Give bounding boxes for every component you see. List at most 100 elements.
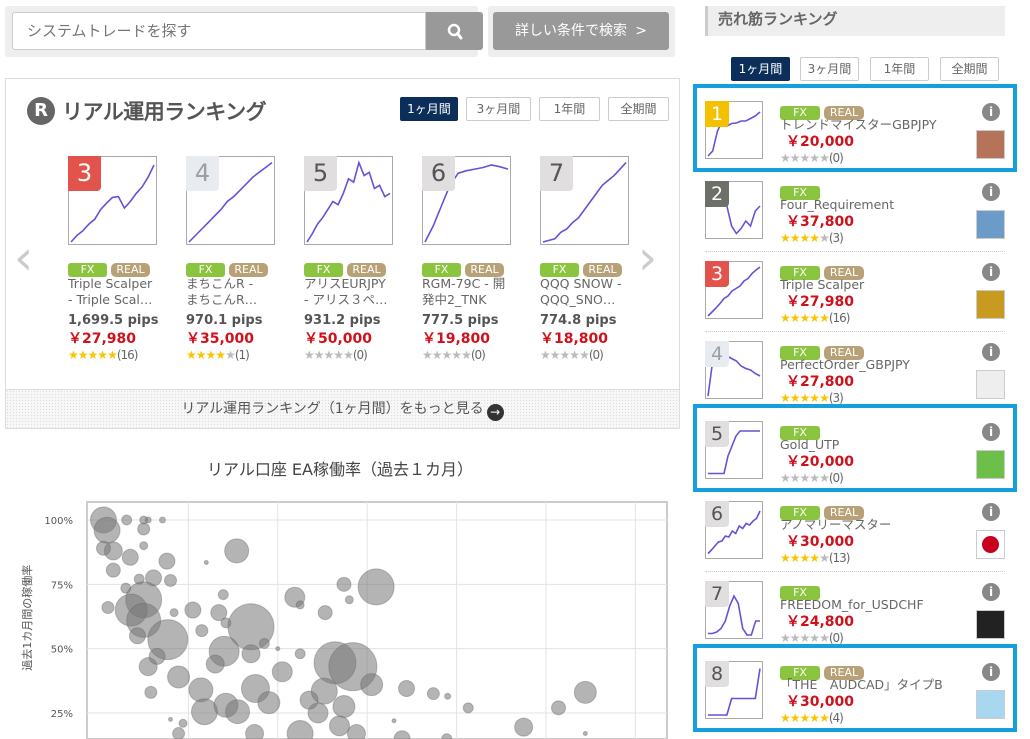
sales-ranking-item[interactable]: 5 FX Gold_UTP ￥20,000 ★★★★★(0) i bbox=[705, 421, 1005, 493]
item-name[interactable]: PerfectOrder_GBPJPY bbox=[780, 357, 980, 373]
bubble[interactable] bbox=[139, 541, 149, 551]
sales-tab-3months[interactable]: 3ヶ月間 bbox=[800, 57, 859, 81]
info-icon[interactable]: i bbox=[982, 583, 1000, 601]
bubble[interactable] bbox=[167, 665, 191, 689]
bubble[interactable] bbox=[299, 690, 319, 710]
bubble[interactable] bbox=[241, 644, 261, 664]
bubble[interactable] bbox=[224, 538, 250, 564]
card-name[interactable]: QQQ SNOW - bbox=[540, 276, 632, 292]
bubble[interactable] bbox=[275, 646, 281, 652]
bubble[interactable] bbox=[391, 718, 397, 724]
product-image[interactable] bbox=[976, 130, 1005, 159]
sales-tab-all[interactable]: 全期間 bbox=[940, 57, 999, 81]
bubble[interactable] bbox=[188, 677, 214, 703]
bubble[interactable] bbox=[121, 514, 133, 526]
info-icon[interactable]: i bbox=[982, 103, 1000, 121]
item-name[interactable]: Triple Scalper bbox=[780, 277, 980, 293]
bubble[interactable] bbox=[441, 733, 453, 739]
sales-ranking-item[interactable]: 6 FX REAL アノマリーマスター ￥30,000 ★★★★★(13) i bbox=[705, 501, 1005, 573]
card-name-cont[interactable]: 発中2_TNK bbox=[422, 292, 514, 308]
bubble[interactable] bbox=[205, 654, 225, 674]
advanced-search-button[interactable]: 詳しい条件で検索 > bbox=[493, 12, 669, 50]
card-name[interactable]: Triple Scalper bbox=[68, 276, 160, 292]
bubble[interactable] bbox=[294, 648, 306, 660]
info-icon[interactable]: i bbox=[982, 663, 1000, 681]
card-name-cont[interactable]: - アリス３ペ… bbox=[304, 292, 396, 308]
bubble[interactable] bbox=[137, 522, 151, 536]
bubble[interactable] bbox=[144, 516, 152, 524]
real-tab-all[interactable]: 全期間 bbox=[608, 97, 669, 121]
card-name[interactable]: RGM-79C - 開 bbox=[422, 276, 514, 292]
product-image[interactable] bbox=[976, 210, 1005, 239]
bubble[interactable] bbox=[168, 716, 174, 722]
item-name[interactable]: Gold_UTP bbox=[780, 437, 980, 453]
ranking-card[interactable]: 4 FX REAL まちこんR - まちこんR… 970.1 pips ￥35,0… bbox=[186, 156, 286, 376]
sales-ranking-item[interactable]: 1 FX REAL トレンドマイスターGBPJPY ￥20,000 ★★★★★(0… bbox=[705, 101, 1005, 173]
info-icon[interactable]: i bbox=[982, 263, 1000, 281]
card-name-cont[interactable]: まちこんR… bbox=[186, 292, 278, 308]
bubble[interactable] bbox=[551, 700, 567, 716]
bubble[interactable] bbox=[328, 715, 350, 737]
bubble[interactable] bbox=[95, 540, 111, 556]
bubble[interactable] bbox=[344, 595, 354, 605]
bubble[interactable] bbox=[148, 647, 166, 665]
info-icon[interactable]: i bbox=[982, 503, 1000, 521]
bubble[interactable] bbox=[346, 724, 366, 739]
bubble[interactable] bbox=[217, 589, 229, 601]
bubble[interactable] bbox=[169, 608, 179, 618]
bubble[interactable] bbox=[357, 568, 395, 606]
card-name[interactable]: まちこんR - bbox=[186, 276, 278, 292]
bubble[interactable] bbox=[101, 600, 115, 614]
item-name[interactable]: トレンドマイスターGBPJPY bbox=[780, 117, 980, 133]
bubble[interactable] bbox=[336, 576, 352, 592]
card-name-cont[interactable]: QQQ_SNO… bbox=[540, 292, 632, 308]
sales-ranking-item[interactable]: 3 FX REAL Triple Scalper ￥27,980 ★★★★★(16… bbox=[705, 261, 1005, 333]
ranking-card[interactable]: 6 FX REAL RGM-79C - 開 発中2_TNK 777.5 pips … bbox=[422, 156, 522, 376]
sales-tab-1month[interactable]: 1ヶ月間 bbox=[731, 57, 790, 81]
bubble[interactable] bbox=[203, 559, 209, 565]
product-image[interactable] bbox=[976, 370, 1005, 399]
bubble[interactable] bbox=[178, 718, 188, 728]
real-tab-1month[interactable]: 1ヶ月間 bbox=[400, 97, 458, 121]
bubble[interactable] bbox=[158, 516, 166, 524]
card-name[interactable]: アリスEURJPY bbox=[304, 276, 396, 292]
bubble[interactable] bbox=[258, 638, 270, 650]
bubble[interactable] bbox=[144, 685, 158, 699]
product-image[interactable] bbox=[976, 290, 1005, 319]
bubble[interactable] bbox=[172, 727, 186, 739]
bubble[interactable] bbox=[257, 691, 281, 715]
bubble[interactable] bbox=[398, 680, 416, 698]
carousel-next-arrow[interactable]: › bbox=[638, 234, 657, 282]
search-input[interactable] bbox=[12, 12, 426, 50]
real-tab-1year[interactable]: 1年間 bbox=[539, 97, 600, 121]
sales-ranking-item[interactable]: 4 FX REAL PerfectOrder_GBPJPY ￥27,800 ★★★… bbox=[705, 341, 1005, 413]
bubble[interactable] bbox=[105, 562, 121, 578]
bubble[interactable] bbox=[360, 673, 384, 697]
bubble[interactable] bbox=[514, 717, 534, 737]
item-name[interactable]: FREEDOM_for_USDCHF bbox=[780, 597, 980, 613]
more-real-ranking-link[interactable]: リアル運用ランキング（1ヶ月間）をもっと見る → bbox=[6, 389, 679, 428]
info-icon[interactable]: i bbox=[982, 183, 1000, 201]
product-image[interactable] bbox=[976, 450, 1005, 479]
bubble[interactable] bbox=[195, 624, 209, 638]
carousel-prev-arrow[interactable]: ‹ bbox=[14, 234, 33, 282]
bubble[interactable] bbox=[245, 724, 265, 739]
search-button[interactable] bbox=[426, 12, 483, 50]
sales-ranking-item[interactable]: 2 FX Four_Requirement ￥37,800 ★★★★★(3) i bbox=[705, 181, 1005, 253]
bubble[interactable] bbox=[184, 601, 202, 619]
card-name-cont[interactable]: - Triple Scal… bbox=[68, 292, 160, 308]
bubble[interactable] bbox=[271, 661, 293, 683]
item-name[interactable]: 「THE AUDCAD」タイプB bbox=[780, 677, 980, 693]
bubble[interactable] bbox=[121, 548, 139, 566]
bubble[interactable] bbox=[190, 698, 218, 726]
bubble[interactable] bbox=[573, 680, 597, 704]
bubble[interactable] bbox=[158, 552, 176, 570]
sales-ranking-item[interactable]: 7 FX FREEDOM_for_USDCHF ￥24,800 ★★★★★(0)… bbox=[705, 581, 1005, 653]
bubble[interactable] bbox=[225, 699, 251, 725]
bubble[interactable] bbox=[295, 600, 305, 610]
product-image[interactable] bbox=[976, 690, 1005, 719]
product-image[interactable] bbox=[976, 610, 1005, 639]
bubble[interactable] bbox=[462, 702, 474, 714]
sales-ranking-item[interactable]: 8 FX REAL 「THE AUDCAD」タイプB ￥30,000 ★★★★★(… bbox=[705, 661, 1005, 733]
bubble[interactable] bbox=[128, 627, 146, 645]
